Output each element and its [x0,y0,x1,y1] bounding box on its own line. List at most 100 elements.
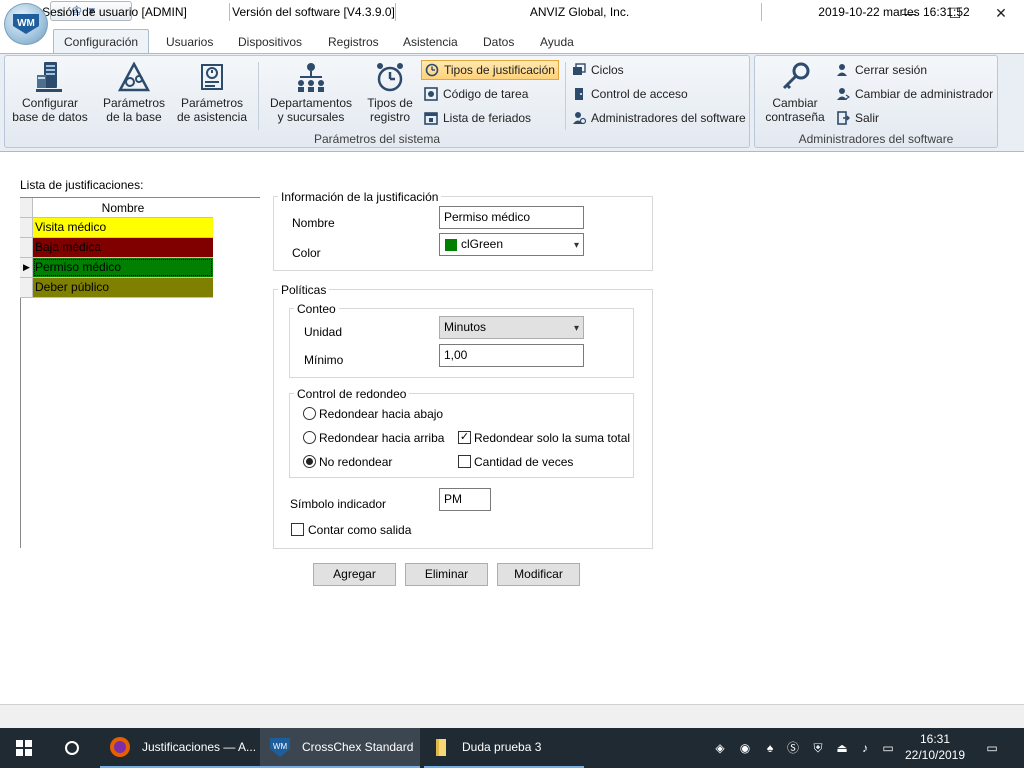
software-admins-button[interactable]: Administradores del software [569,108,749,128]
name-input[interactable]: Permiso médico [439,206,584,229]
usb-tray-icon[interactable]: ⏏ [834,740,850,756]
taskbar-crosschex-label: CrossChex Standard [302,740,414,754]
configure-database-button[interactable]: Configurar base de datos [11,60,89,132]
color-swatch [445,238,457,251]
holiday-list-button[interactable]: Lista de feriados [421,108,534,128]
change-password-button[interactable]: Cambiar contraseña [757,60,833,132]
speaker-tray-icon[interactable]: ♪ [857,740,873,756]
tab-registros[interactable]: Registros [318,33,389,53]
crosschex-tray-icon[interactable]: ◈ [712,740,728,756]
app-logo-icon[interactable]: WM [4,3,48,45]
column-header-name[interactable]: Nombre [33,198,213,217]
taskbar-folder-label: Duda prueba 3 [462,740,542,754]
round-up-label[interactable]: Redondear hacia arriba [319,431,444,445]
round-down-label[interactable]: Redondear hacia abajo [319,407,443,421]
row-name[interactable]: Baja médica [33,238,213,257]
logout-button[interactable]: Cerrar sesión [833,60,930,80]
record-types-label-2: registro [369,110,410,124]
database-params-button[interactable]: Parámetros de la base [95,60,173,132]
round-up-radio[interactable] [303,431,316,444]
tab-asistencia[interactable]: Asistencia [393,33,468,53]
departments-button[interactable]: Departamentos y sucursales [263,60,359,132]
add-button[interactable]: Agregar [313,563,396,586]
tab-ayuda[interactable]: Ayuda [530,33,584,53]
row-name[interactable]: Deber público [33,278,213,297]
times-label[interactable]: Cantidad de veces [474,455,573,469]
justification-types-button[interactable]: Tipos de justificación [421,60,559,80]
notifications-icon[interactable]: ▭ [984,740,1000,756]
tab-usuarios[interactable]: Usuarios [156,33,223,53]
round-sum-checkbox[interactable]: ✓ [458,431,471,444]
network-tray-icon[interactable]: ♠ [762,740,778,756]
taskbar-folder[interactable]: Duda prueba 3 [424,728,584,768]
switch-user-icon [836,87,851,101]
shield-tray-icon[interactable]: ⛨ [810,740,826,756]
software-admins-label: Administradores del software [591,111,746,125]
count-exit-label[interactable]: Contar como salida [308,523,411,537]
row-name[interactable]: Permiso médico [33,258,213,277]
color-value: clGreen [461,237,504,251]
justification-table[interactable]: Nombre Visita médico Baja médica ▶ Permi… [20,197,213,298]
round-down-radio[interactable] [303,407,316,420]
start-button[interactable] [0,728,48,768]
delete-button[interactable]: Eliminar [405,563,488,586]
attendance-params-label-1: Parámetros [180,96,244,110]
color-select[interactable]: clGreen ▾ [439,233,584,256]
logout-label: Cerrar sesión [855,63,928,77]
holiday-list-label: Lista de feriados [443,111,532,125]
table-row[interactable]: Deber público [20,278,213,298]
record-types-button[interactable]: Tipos de registro [357,60,423,132]
minimum-input[interactable]: 1,00 [439,344,584,367]
clock-icon [425,63,439,77]
cycles-icon [572,63,586,77]
org-chart-icon [294,60,328,94]
taskbar-firefox-label: Justificaciones — A... [142,740,257,754]
ribbon-group-software-admins: Cambiar contraseña Cerrar sesión Cambiar… [754,55,998,148]
network-monitor-tray-icon[interactable]: ▭ [880,740,896,756]
cycles-button[interactable]: Ciclos [569,60,627,80]
ribbon-separator [565,62,566,130]
tab-dispositivos[interactable]: Dispositivos [228,33,312,53]
cycles-label: Ciclos [591,63,624,77]
count-exit-checkbox[interactable] [291,523,304,536]
status-version: Versión del software [V4.3.9.0] [232,3,396,21]
access-control-button[interactable]: Control de acceso [569,84,691,104]
justification-info-title: Información de la justificación [278,190,442,204]
tab-configuracion[interactable]: Configuración [53,29,150,54]
skype-tray-icon[interactable]: Ⓢ [785,740,801,756]
gears-icon [117,60,151,94]
round-sum-label[interactable]: Redondear solo la suma total [474,431,630,445]
taskbar-clock[interactable]: 16:31 22/10/2019 [902,731,968,765]
table-row[interactable]: Visita médico [20,218,213,238]
row-name[interactable]: Visita médico [33,218,213,237]
no-round-radio[interactable] [303,455,316,468]
taskbar-firefox[interactable]: Justificaciones — A... [100,728,260,768]
justification-types-label: Tipos de justificación [444,63,555,77]
exit-button[interactable]: Salir [833,108,882,128]
no-round-label[interactable]: No redondear [319,455,392,469]
unit-select[interactable]: Minutos ▾ [439,316,584,339]
search-button[interactable] [48,728,96,768]
status-bar [0,704,1024,728]
count-title: Conteo [294,302,339,316]
record-types-label-1: Tipos de [367,96,413,110]
taskbar-crosschex[interactable]: WM CrossChex Standard [260,728,420,768]
attendance-params-button[interactable]: Parámetros de asistencia [173,60,251,132]
chevron-down-icon: ▾ [573,240,579,251]
security-tray-icon[interactable]: ◉ [737,740,753,756]
table-row-selected[interactable]: ▶ Permiso médico [20,258,213,278]
switch-admin-button[interactable]: Cambiar de administrador [833,84,996,104]
tab-datos[interactable]: Datos [473,33,524,53]
database-params-label-1: Parámetros [102,96,166,110]
change-password-label-2: contraseña [765,110,825,124]
symbol-input[interactable]: PM [439,488,491,511]
departments-label-1: Departamentos [269,96,353,110]
times-checkbox[interactable] [458,455,471,468]
cortana-circle-icon [65,741,79,755]
folder-icon [436,739,446,756]
table-header: Nombre [20,198,213,218]
modify-button[interactable]: Modificar [497,563,580,586]
task-code-button[interactable]: Código de tarea [421,84,531,104]
status-datetime: 2019-10-22 martes 16:31:52 [818,5,970,19]
table-row[interactable]: Baja médica [20,238,213,258]
